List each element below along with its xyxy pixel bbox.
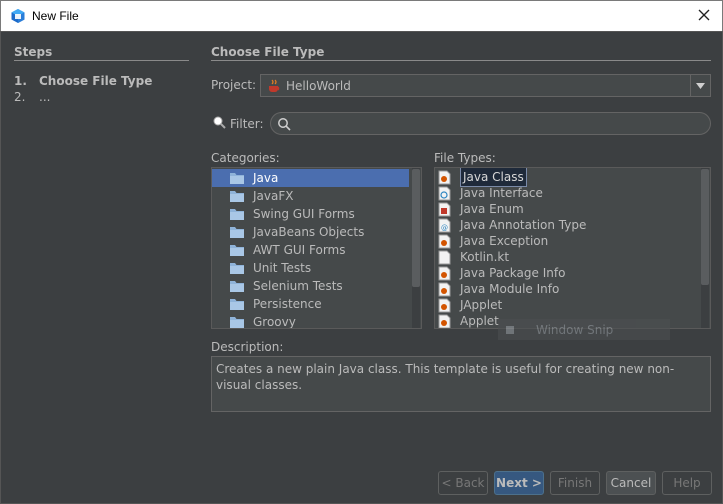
category-item[interactable]: Persistence bbox=[212, 295, 421, 313]
next-button[interactable]: Next > bbox=[494, 471, 544, 495]
java-class-icon bbox=[438, 170, 451, 184]
applet-icon bbox=[438, 314, 451, 328]
search-icon bbox=[278, 118, 291, 131]
main-divider bbox=[211, 60, 711, 61]
cancel-button[interactable]: Cancel bbox=[606, 471, 656, 495]
project-value: HelloWorld bbox=[286, 78, 351, 93]
description-label: Description: bbox=[211, 340, 284, 354]
category-item[interactable]: JavaBeans Objects bbox=[212, 223, 421, 241]
back-button[interactable]: < Back bbox=[438, 471, 488, 495]
snip-icon bbox=[506, 325, 514, 334]
step-1: 1. Choose File Type bbox=[14, 74, 153, 88]
description-text: Creates a new plain Java class. This tem… bbox=[216, 362, 675, 392]
folder-icon bbox=[230, 299, 244, 310]
project-label: Project: bbox=[211, 78, 257, 92]
netbeans-logo-icon bbox=[11, 9, 25, 23]
window-snip-overlay: Window Snip bbox=[498, 319, 670, 340]
folder-icon bbox=[230, 281, 244, 292]
category-item[interactable]: JavaFX bbox=[212, 187, 421, 205]
folder-icon bbox=[230, 191, 244, 202]
categories-scrollbar[interactable] bbox=[412, 168, 420, 328]
filter-label: Filter: bbox=[230, 117, 264, 131]
folder-icon bbox=[230, 209, 244, 220]
folder-icon bbox=[230, 173, 244, 184]
window-title: New File bbox=[32, 9, 79, 23]
file-types-scrollbar[interactable] bbox=[701, 168, 709, 328]
japplet-icon bbox=[438, 298, 451, 312]
java-cup-icon bbox=[269, 79, 280, 92]
file-types-label: File Types: bbox=[434, 151, 496, 165]
folder-icon bbox=[230, 317, 244, 328]
category-item[interactable]: Swing GUI Forms bbox=[212, 205, 421, 223]
scrollbar-thumb[interactable] bbox=[701, 169, 709, 285]
close-icon[interactable] bbox=[696, 7, 712, 23]
page-title: Choose File Type bbox=[211, 45, 325, 59]
step-2: 2. ... bbox=[14, 90, 51, 104]
filter-magnifier-icon bbox=[213, 116, 226, 129]
java-exception-icon bbox=[438, 234, 451, 248]
new-file-dialog: Steps 1. Choose File Type 2. ... Choose … bbox=[0, 31, 723, 504]
categories-list[interactable]: Java JavaFX Swing GUI Forms JavaBeans Ob… bbox=[211, 167, 422, 329]
steps-list: 1. Choose File Type 2. ... bbox=[14, 73, 152, 105]
category-item[interactable]: AWT GUI Forms bbox=[212, 241, 421, 259]
folder-icon bbox=[230, 227, 244, 238]
finish-button[interactable]: Finish bbox=[550, 471, 600, 495]
category-item[interactable]: Groovy bbox=[212, 313, 421, 328]
title-bar: New File bbox=[0, 0, 723, 31]
steps-divider bbox=[14, 60, 189, 61]
java-package-info-icon bbox=[438, 266, 451, 280]
java-module-info-icon bbox=[438, 282, 451, 296]
steps-heading: Steps bbox=[14, 45, 53, 59]
category-item[interactable]: Unit Tests bbox=[212, 259, 421, 277]
folder-icon bbox=[230, 263, 244, 274]
chevron-down-icon[interactable] bbox=[690, 75, 710, 96]
svg-text:@: @ bbox=[441, 224, 448, 232]
category-item[interactable]: Java bbox=[212, 169, 409, 187]
filter-input[interactable] bbox=[270, 112, 711, 135]
java-interface-icon bbox=[438, 186, 451, 200]
folder-icon bbox=[230, 245, 244, 256]
scrollbar-thumb[interactable] bbox=[412, 169, 420, 287]
java-enum-icon bbox=[438, 202, 451, 216]
category-item[interactable]: Selenium Tests bbox=[212, 277, 421, 295]
java-annotation-icon: @ bbox=[438, 218, 451, 232]
help-button[interactable]: Help bbox=[662, 471, 712, 495]
description-box: Creates a new plain Java class. This tem… bbox=[211, 356, 711, 412]
project-combo[interactable]: HelloWorld bbox=[260, 74, 711, 97]
file-types-list[interactable]: Java Class Java Interface Java Enum @ Ja… bbox=[434, 167, 711, 329]
kotlin-file-icon bbox=[438, 250, 451, 264]
categories-label: Categories: bbox=[211, 151, 280, 165]
